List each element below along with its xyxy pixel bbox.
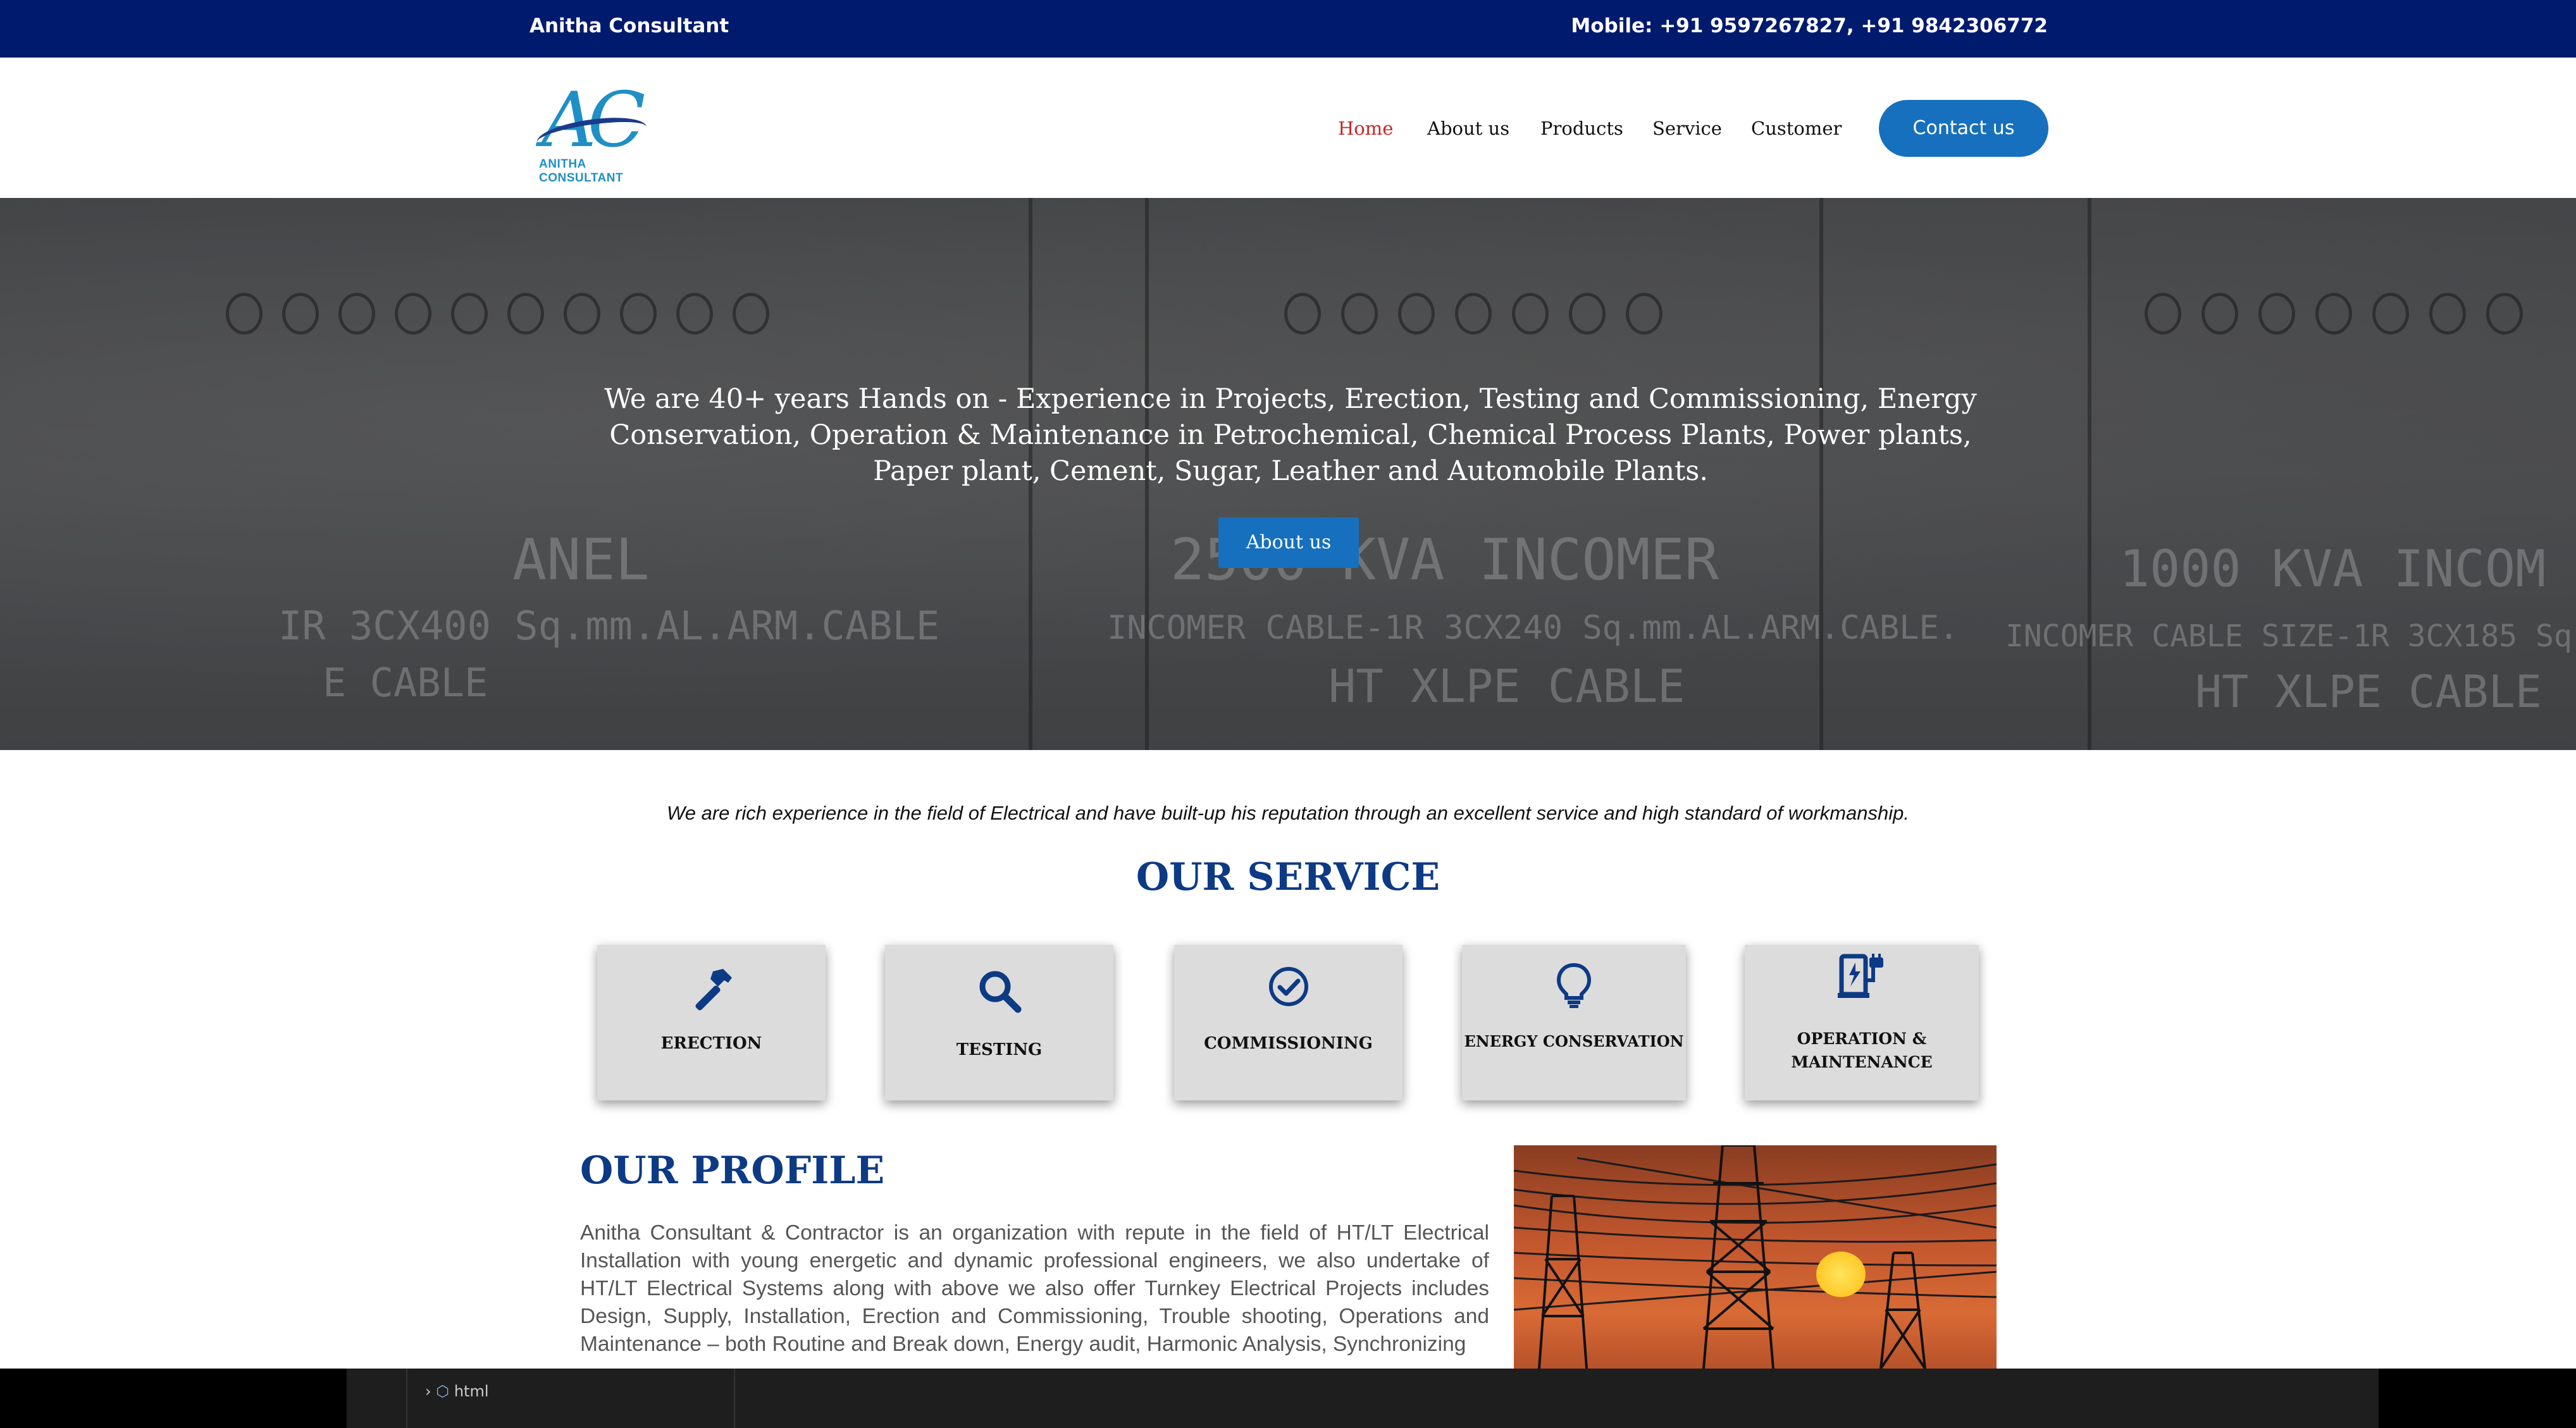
main-nav: Home About us Products Service Customer bbox=[0, 118, 2576, 143]
site-header: AC ANITHA CONSULTANT Home About us Produ… bbox=[0, 58, 2576, 199]
service-card-operation-maintenance[interactable]: OPERATION & MAINTENANCE bbox=[1745, 945, 1979, 1100]
devtools-divider[interactable] bbox=[406, 1369, 407, 1428]
service-card-label: ERECTION bbox=[660, 1034, 762, 1053]
nav-service[interactable]: Service bbox=[1652, 118, 1722, 139]
devtools-right-pane bbox=[2379, 1369, 2576, 1428]
cube-icon: ⬡ bbox=[436, 1382, 450, 1400]
charging-station-icon bbox=[1836, 952, 1887, 1004]
service-card-label: ENERGY CONSERVATION bbox=[1464, 1032, 1684, 1050]
nav-products[interactable]: Products bbox=[1540, 118, 1623, 139]
devtools-breadcrumb[interactable]: › ⬡ html bbox=[425, 1382, 489, 1400]
chevron-right-icon: › bbox=[425, 1382, 431, 1400]
breadcrumb-html: html bbox=[454, 1382, 489, 1400]
service-card-commissioning[interactable]: COMMISSIONING bbox=[1174, 945, 1403, 1100]
service-card-label: TESTING bbox=[956, 1040, 1043, 1059]
devtools-bar: › ⬡ html bbox=[0, 1369, 2576, 1428]
contact-us-button[interactable]: Contact us bbox=[1879, 100, 2048, 157]
service-section-title: OUR SERVICE bbox=[1136, 855, 1440, 899]
service-card-label: COMMISSIONING bbox=[1204, 1034, 1373, 1053]
hammer-icon bbox=[686, 964, 737, 1018]
transmission-tower-image bbox=[1514, 1145, 1997, 1369]
service-card-testing[interactable]: TESTING bbox=[885, 945, 1113, 1100]
hero-headline: We are 40+ years Hands on - Experience i… bbox=[604, 383, 1977, 487]
nav-about-us[interactable]: About us bbox=[1427, 118, 1509, 139]
logo-text: ANITHA CONSULTANT bbox=[539, 157, 624, 185]
nav-customer[interactable]: Customer bbox=[1751, 118, 1842, 139]
hero-about-us-button[interactable]: About us bbox=[1218, 517, 1359, 568]
service-card-erection[interactable]: ERECTION bbox=[597, 945, 826, 1100]
check-circle-icon bbox=[1266, 964, 1311, 1013]
sun bbox=[1816, 1252, 1866, 1297]
profile-description: Anitha Consultant & Contractor is an org… bbox=[580, 1221, 1489, 1356]
devtools-left-pane bbox=[0, 1369, 347, 1428]
search-icon bbox=[976, 968, 1023, 1018]
top-bar: Anitha Consultant Mobile: +91 9597267827… bbox=[0, 0, 2576, 58]
mobile-numbers: Mobile: +91 9597267827, +91 9842306772 bbox=[1571, 15, 2048, 37]
service-card-energy-conservation[interactable]: ENERGY CONSERVATION bbox=[1462, 945, 1686, 1100]
nav-home[interactable]: Home bbox=[1338, 118, 1393, 139]
devtools-divider[interactable] bbox=[734, 1369, 735, 1428]
hero-banner: ANEL IR 3CX400 Sq.mm.AL.ARM.CABLE E CABL… bbox=[0, 198, 2576, 750]
site-brand: Anitha Consultant bbox=[529, 15, 729, 37]
service-card-label: OPERATION & MAINTENANCE bbox=[1791, 1030, 1933, 1071]
tagline: We are rich experience in the field of E… bbox=[667, 802, 1909, 824]
lightbulb-icon bbox=[1555, 961, 1593, 1013]
profile-section-title: OUR PROFILE bbox=[580, 1148, 885, 1193]
